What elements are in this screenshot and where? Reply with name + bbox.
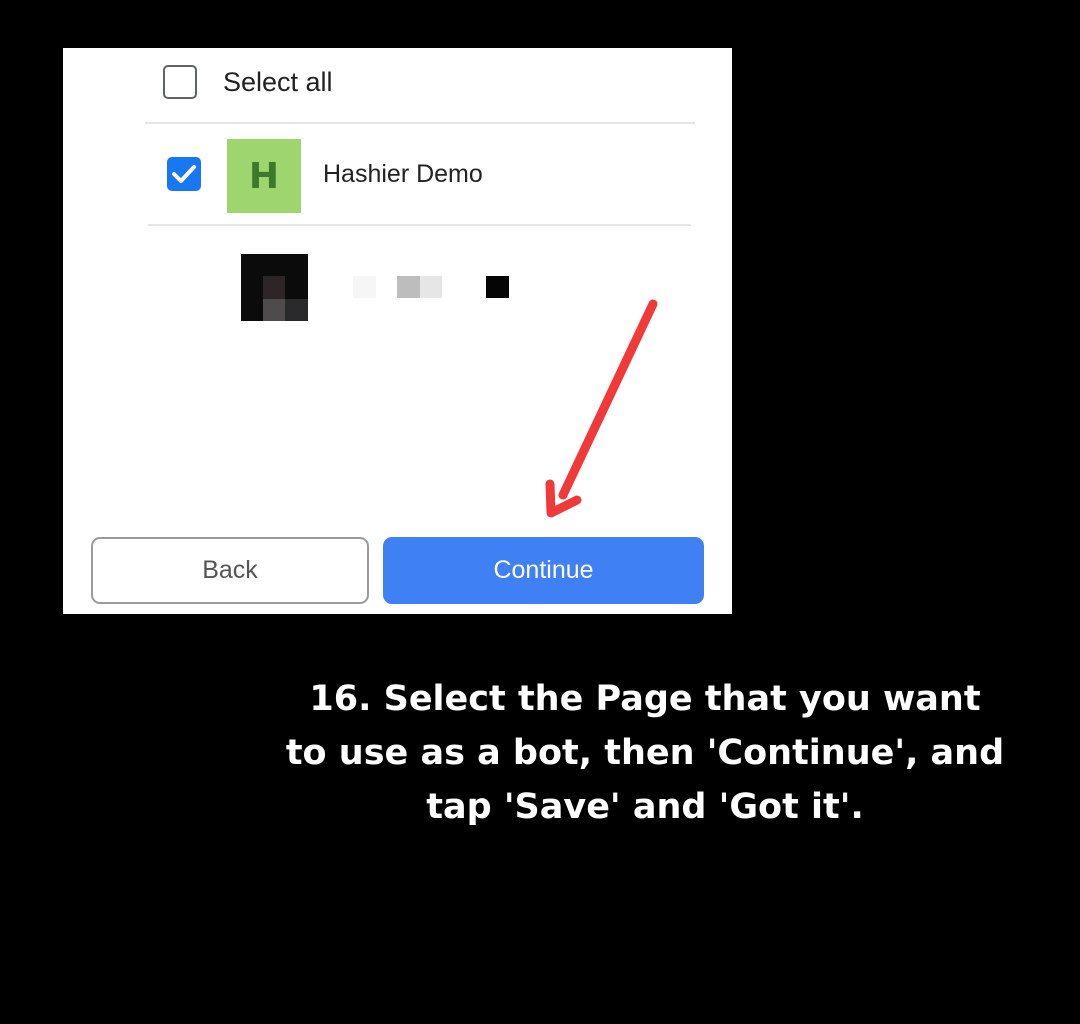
red-arrow-icon	[545, 299, 658, 518]
instruction-caption: 16. Select the Page that you want to use…	[215, 672, 1075, 834]
page-selection-dialog: Select all H Hashier Demo Back Continue	[63, 48, 732, 614]
caption-line: to use as a bot, then 'Continue', and	[285, 733, 1005, 773]
caption-line: 16. Select the Page that you want	[309, 679, 981, 719]
caption-line: tap 'Save' and 'Got it'.	[426, 787, 864, 827]
